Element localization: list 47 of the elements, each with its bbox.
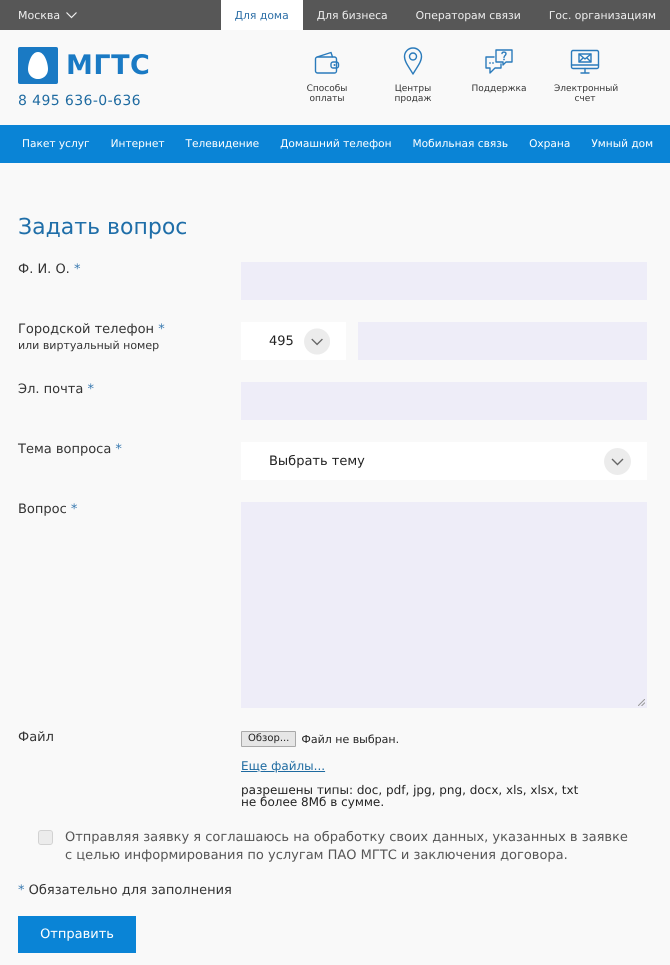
- wallet-icon: [314, 51, 340, 75]
- logo-text[interactable]: МГТС: [66, 50, 150, 80]
- file-note: разрешены типы: doc, pdf, jpg, png, docx, xls, xlsx, txt: [241, 784, 578, 796]
- nav-item[interactable]: Домашний телефон: [280, 138, 392, 150]
- file-status: Файл не выбран.: [301, 732, 400, 746]
- speech-bubbles-icon: [484, 48, 514, 75]
- audience-tab[interactable]: Операторам связи: [402, 0, 535, 30]
- required-note: * Обязательно для заполнения: [18, 882, 232, 900]
- nav-item[interactable]: Умный дом: [591, 138, 654, 150]
- browse-button[interactable]: Обзор...: [241, 731, 296, 747]
- field-hint: или виртуальный номер: [18, 339, 160, 353]
- nav-item[interactable]: Интернет: [110, 138, 165, 150]
- header-link[interactable]: Центры продаж: [370, 47, 456, 104]
- consent-text: Отправляя заявку я соглашаюсь на обработку своих данных, указанных в заявке с целью информирования по услугам ПАО МГТС и заключения договора.: [65, 829, 629, 865]
- resize-grip-icon[interactable]: [638, 699, 645, 706]
- field-label: Эл. почта *: [18, 382, 94, 398]
- header-link[interactable]: Электронный счет: [542, 47, 628, 104]
- header-link[interactable]: Способы оплаты: [284, 47, 370, 104]
- nav-item[interactable]: Пакет услуг: [22, 138, 90, 150]
- field-label: Городской телефон *: [18, 322, 165, 338]
- audience-tab[interactable]: Для дома: [220, 0, 303, 30]
- dropdown-select[interactable]: Выбрать тему: [241, 442, 647, 480]
- chevron-down-icon: [604, 448, 631, 474]
- header-link[interactable]: Поддержка: [456, 47, 542, 94]
- field-label: Тема вопроса *: [18, 442, 122, 458]
- egg-logo-icon: [18, 47, 58, 84]
- phone-number: 8 495 636-0-636: [18, 93, 141, 109]
- field-label: Файл: [18, 730, 54, 746]
- nav-item[interactable]: Охрана: [529, 138, 570, 150]
- monitor-icon: [570, 49, 600, 75]
- nav-item[interactable]: Телевидение: [186, 138, 260, 150]
- nav-item[interactable]: Мобильная связь: [412, 138, 508, 150]
- page-title: Задать вопрос: [18, 214, 188, 242]
- audience-tab[interactable]: Гос. организациям: [534, 0, 670, 30]
- area-code-select[interactable]: 495: [241, 322, 346, 360]
- location-pin-icon: [403, 47, 423, 75]
- textarea-field[interactable]: [241, 502, 647, 708]
- more-files-link[interactable]: Еще файлы...: [241, 758, 326, 774]
- file-note: не более 8Мб в сумме.: [241, 796, 384, 808]
- submit-button[interactable]: Отправить: [18, 916, 136, 953]
- consent-checkbox[interactable]: [38, 830, 53, 845]
- field-label: Вопрос *: [18, 502, 78, 518]
- chevron-down-icon: [66, 12, 78, 18]
- chevron-down-icon: [304, 328, 330, 354]
- audience-tab[interactable]: Для бизнеса: [302, 0, 402, 30]
- field-label: Ф. И. О. *: [18, 262, 80, 278]
- region-selector[interactable]: Москва: [18, 0, 78, 30]
